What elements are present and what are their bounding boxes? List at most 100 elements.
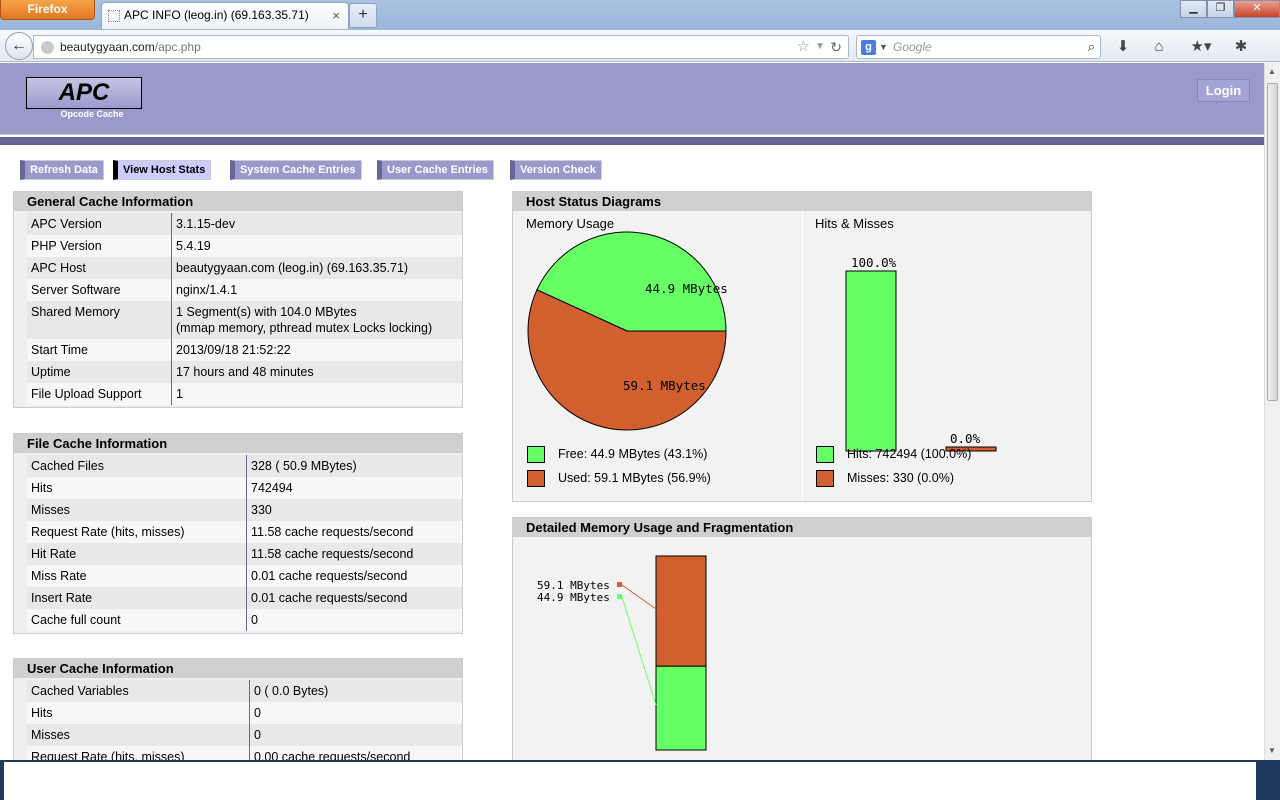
search-engine-dropdown-icon[interactable]: ▼ — [879, 36, 888, 58]
home-icon[interactable]: ⌂ — [1148, 37, 1170, 57]
row-key: Miss Rate — [27, 565, 247, 587]
table-row: Misses 330 — [27, 499, 462, 521]
google-icon[interactable]: g — [861, 40, 876, 55]
maximize-button[interactable]: ❐ — [1207, 0, 1234, 18]
back-button[interactable]: ← — [5, 32, 33, 60]
row-key: APC Version — [27, 213, 172, 235]
firefox-menu-button[interactable]: Firefox — [0, 0, 95, 20]
table-row: Request Rate (hits, misses) 11.58 cache r… — [27, 521, 462, 543]
legend-hits: Hits: 742494 (100.0%) — [847, 447, 972, 461]
search-placeholder: Google — [893, 40, 932, 54]
bookmarks-menu-icon[interactable]: ★▾ — [1184, 37, 1218, 57]
row-key: Cached Variables — [27, 680, 250, 702]
menu-view-host-stats[interactable]: View Host Stats — [113, 160, 212, 180]
table-row: Hit Rate 11.58 cache requests/second — [27, 543, 462, 565]
frag-marker-free — [617, 594, 622, 599]
row-value: 1 — [172, 383, 462, 405]
host-status-diagrams: Host Status Diagrams Memory Usage Hits &… — [512, 191, 1092, 502]
navigation-toolbar: ← beautygyaan.com/apc.php ☆ ▼ ↻ g ▼ Goog… — [0, 30, 1280, 62]
row-value: 3.1.15-dev — [172, 213, 462, 235]
bookmark-star-icon[interactable]: ☆ — [797, 36, 810, 58]
row-key: Cached Files — [27, 455, 247, 477]
menu-system-cache-entries[interactable]: System Cache Entries — [230, 160, 362, 180]
row-value-line: (mmap memory, pthread mutex Locks lockin… — [176, 321, 433, 335]
row-key: Cache full count — [27, 609, 247, 631]
table-row: Shared Memory 1 Segment(s) with 104.0 MBy… — [27, 301, 462, 339]
row-value: 0 — [250, 702, 462, 724]
legend-misses-swatch — [816, 470, 834, 487]
table-row: Cached Variables 0 ( 0.0 Bytes) — [27, 680, 462, 702]
row-key: Hits — [27, 477, 247, 499]
frag-connector-used — [621, 584, 657, 610]
row-key: Request Rate (hits, misses) — [27, 521, 247, 543]
row-value: nginx/1.4.1 — [172, 279, 462, 301]
table-row: Server Software nginx/1.4.1 — [27, 279, 462, 301]
row-value: 5.4.19 — [172, 235, 462, 257]
section-title: General Cache Information — [14, 192, 462, 211]
bar-label-hits: 100.0% — [851, 255, 897, 270]
table-row: Hits 0 — [27, 702, 462, 724]
row-key: Server Software — [27, 279, 172, 301]
minimize-button[interactable]: ▁ — [1180, 0, 1207, 18]
scroll-down-icon[interactable]: ▼ — [1268, 746, 1276, 755]
browser-tab[interactable]: APC INFO (leog.in) (69.163.35.71) × — [101, 2, 349, 29]
row-key: Hits — [27, 702, 250, 724]
row-value: 1 Segment(s) with 104.0 MBytes (mmap memo… — [172, 301, 462, 339]
table-row: Miss Rate 0.01 cache requests/second — [27, 565, 462, 587]
apc-header: APC Opcode Cache Login — [0, 63, 1264, 135]
download-icon[interactable]: ⬇ — [1112, 37, 1134, 57]
bar-label-misses: 0.0% — [950, 431, 981, 446]
row-key: Insert Rate — [27, 587, 247, 609]
row-key: File Upload Support — [27, 383, 172, 405]
legend-free-swatch — [527, 446, 545, 463]
search-icon[interactable]: ⌕ — [1088, 36, 1095, 58]
legend-misses: Misses: 330 (0.0%) — [847, 471, 954, 485]
table-row: File Upload Support 1 — [27, 383, 462, 405]
tab-title: APC INFO (leog.in) (69.163.35.71) — [124, 8, 309, 22]
frag-label-free: 44.9 MBytes — [537, 591, 610, 604]
row-key: Hit Rate — [27, 543, 247, 565]
row-key: Misses — [27, 724, 250, 746]
section-title: File Cache Information — [14, 434, 462, 453]
reload-icon[interactable]: ↻ — [830, 36, 842, 58]
scroll-up-icon[interactable]: ▲ — [1268, 67, 1276, 76]
url-bar[interactable]: beautygyaan.com/apc.php ☆ ▼ ↻ — [33, 35, 849, 59]
scrollbar-thumb[interactable] — [1267, 83, 1278, 401]
url-domain: beautygyaan.com — [60, 40, 155, 54]
history-dropdown-icon[interactable]: ▼ — [815, 36, 825, 58]
addon-icon[interactable]: ✱ — [1230, 37, 1252, 57]
new-tab-button[interactable]: + — [349, 3, 377, 28]
table-row: Misses 0 — [27, 724, 462, 746]
tab-close-icon[interactable]: × — [332, 3, 340, 28]
row-value-line: 1 Segment(s) with 104.0 MBytes — [176, 305, 357, 319]
row-value: 11.58 cache requests/second — [247, 521, 462, 543]
taskbar — [0, 760, 1280, 800]
row-key: Shared Memory — [27, 301, 172, 339]
row-key: Start Time — [27, 339, 172, 361]
row-key: APC Host — [27, 257, 172, 279]
url-path: /apc.php — [154, 40, 201, 54]
window-controls: ▁ ❐ ✕ — [1180, 0, 1280, 20]
section-title: User Cache Information — [14, 659, 462, 678]
menu-user-cache-entries[interactable]: User Cache Entries — [377, 160, 494, 180]
table-row: Cache full count 0 — [27, 609, 462, 631]
info-table: Cached Variables 0 ( 0.0 Bytes) Hits 0 Mis… — [14, 678, 462, 760]
globe-icon — [41, 41, 54, 54]
row-key: Misses — [27, 499, 247, 521]
table-row: Uptime 17 hours and 48 minutes — [27, 361, 462, 383]
memory-fragmentation: Detailed Memory Usage and Fragmentation … — [512, 517, 1092, 760]
login-button[interactable]: Login — [1197, 79, 1250, 102]
menu-refresh-data[interactable]: Refresh Data — [20, 160, 104, 180]
row-value: 0 — [247, 609, 462, 631]
table-row: Request Rate (hits, misses) 0.00 cache re… — [27, 746, 462, 760]
search-bar[interactable]: g ▼ Google ⌕ — [856, 35, 1101, 59]
row-key: PHP Version — [27, 235, 172, 257]
table-row: Insert Rate 0.01 cache requests/second — [27, 587, 462, 609]
frag-bar-used — [655, 555, 707, 667]
frag-connector-free — [621, 596, 657, 706]
vertical-scrollbar[interactable]: ▲ ▼ — [1264, 63, 1280, 760]
menu-version-check[interactable]: Version Check — [510, 160, 602, 180]
close-window-button[interactable]: ✕ — [1234, 0, 1280, 18]
apc-logo: APC — [26, 77, 142, 109]
row-key: Uptime — [27, 361, 172, 383]
